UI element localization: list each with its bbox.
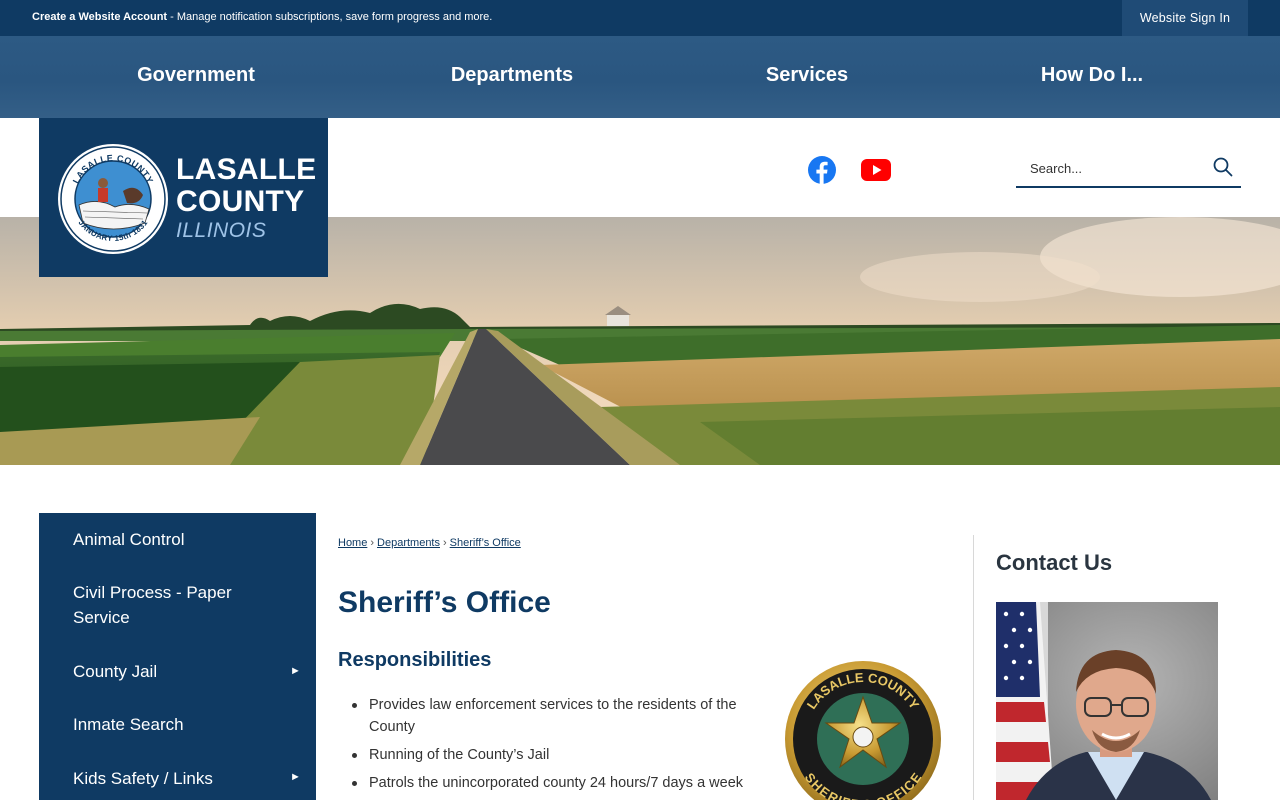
sidebar-item-county-jail[interactable]: County Jail [73, 659, 273, 684]
kids-safety-submenu-arrow-icon[interactable]: ► [290, 771, 301, 783]
create-account-notice: Create a Website Account - Manage notifi… [32, 11, 492, 23]
logo-line-1: LASALLE [176, 153, 317, 186]
breadcrumb: Home › Departments › Sheriff’s Office [338, 537, 521, 549]
sidebar-item-civil-process[interactable]: Civil Process - Paper Service [73, 580, 273, 630]
nav-item-how-do-i[interactable]: How Do I... [1041, 64, 1143, 87]
logo-line-2: COUNTY [176, 185, 305, 218]
county-jail-submenu-arrow-icon[interactable]: ► [290, 665, 301, 677]
youtube-icon[interactable] [861, 159, 891, 181]
list-item: Provides law enforcement services to the… [352, 694, 757, 738]
sheriff-portrait-image [996, 602, 1218, 800]
create-account-link[interactable]: Create a Website Account [32, 11, 167, 23]
main-navigation: Government Departments Services How Do I… [0, 36, 1280, 118]
county-seal-icon: LASALLE COUNTY JANUARY 15th 1831 [58, 144, 168, 254]
site-search [1016, 148, 1241, 188]
breadcrumb-sheriffs-office[interactable]: Sheriff’s Office [450, 537, 521, 549]
breadcrumb-separator: › [443, 537, 447, 549]
contact-us-heading: Contact Us [996, 550, 1113, 575]
site-logo[interactable]: LASALLE COUNTY JANUARY 15th 1831 LASALLE… [39, 118, 328, 277]
nav-item-departments[interactable]: Departments [451, 64, 573, 87]
sheriff-badge-image: LASALLE COUNTY SHERIFF'S OFFICE [785, 661, 941, 800]
breadcrumb-separator: › [370, 537, 375, 549]
utility-bar: Create a Website Account - Manage notifi… [0, 0, 1280, 36]
sidebar-item-kids-safety[interactable]: Kids Safety / Links [73, 766, 273, 791]
breadcrumb-departments[interactable]: Departments [377, 537, 440, 549]
search-icon[interactable] [1212, 156, 1234, 178]
nav-item-government[interactable]: Government [137, 64, 255, 87]
search-input[interactable] [1030, 158, 1200, 178]
website-sign-in-button[interactable]: Website Sign In [1122, 0, 1248, 36]
responsibilities-list: Provides law enforcement services to the… [352, 694, 757, 800]
breadcrumb-home[interactable]: Home [338, 537, 367, 549]
list-item: Running of the County’s Jail [352, 744, 757, 766]
responsibilities-heading: Responsibilities [338, 649, 492, 671]
nav-item-services[interactable]: Services [766, 64, 848, 87]
column-divider [973, 535, 974, 800]
facebook-icon[interactable] [808, 156, 836, 184]
list-item: Patrols the unincorporated county 24 hou… [352, 772, 757, 794]
sidebar-navigation: Animal Control Civil Process - Paper Ser… [39, 513, 316, 800]
sidebar-item-inmate-search[interactable]: Inmate Search [73, 712, 273, 737]
sidebar-item-animal-control[interactable]: Animal Control [73, 527, 273, 552]
logo-line-3: ILLINOIS [176, 219, 267, 242]
create-account-text: - Manage notification subscriptions, sav… [167, 11, 493, 23]
page-title: Sheriff’s Office [338, 586, 551, 619]
